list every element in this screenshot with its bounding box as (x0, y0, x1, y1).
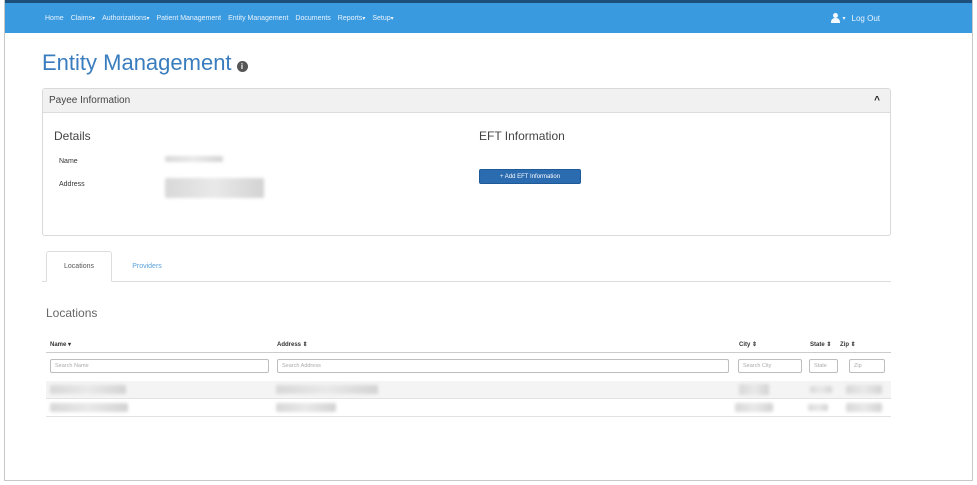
user-icon-body (830, 18, 840, 23)
search-address-input[interactable] (277, 359, 729, 373)
chevron-down-icon: ▾ (390, 15, 394, 22)
row-state-redacted (808, 404, 828, 411)
panel-title: Payee Information (49, 95, 131, 106)
column-header-city[interactable]: City ⇕ (739, 341, 757, 348)
nav-item-label: Documents (295, 14, 331, 22)
nav-item-home[interactable]: Home (45, 15, 64, 22)
search-zip-input[interactable] (849, 359, 885, 373)
name-label: Name (59, 158, 78, 165)
column-header-address[interactable]: Address ⇕ (277, 341, 308, 348)
chevron-up-icon[interactable]: ^ (874, 95, 880, 106)
column-header-state[interactable]: State ⇕ (810, 341, 831, 348)
info-icon[interactable]: i (236, 60, 248, 72)
page-title: Entity Management i (42, 50, 248, 76)
address-label: Address (59, 181, 85, 188)
chevron-down-icon: ▾ (362, 15, 366, 22)
nav-item-reports[interactable]: Reports▾ (338, 15, 366, 22)
table-row[interactable] (46, 399, 891, 416)
row-zip-redacted (846, 403, 882, 412)
tab-bar: Locations Providers (42, 251, 891, 282)
row-city-redacted (735, 403, 773, 412)
browser-frame: Home Claims▾ Authorizations▾ Patient Manage… (4, 0, 973, 481)
eft-title: EFT Information (479, 129, 565, 143)
nav-item-label: Reports (337, 14, 363, 22)
nav-item-label: Claims (70, 14, 93, 22)
nav-item-authorizations[interactable]: Authorizations▾ (102, 15, 149, 22)
navbar: Home Claims▾ Authorizations▾ Patient Manage… (5, 3, 972, 33)
nav-menu: Home Claims▾ Authorizations▾ Patient Manage… (45, 15, 401, 22)
column-header-zip[interactable]: Zip ⇕ (840, 341, 856, 348)
nav-item-patient-management[interactable]: Patient Management (156, 15, 221, 22)
row-address-redacted (276, 403, 336, 412)
logout-link[interactable]: Log Out (852, 14, 880, 23)
search-state-input[interactable] (809, 359, 838, 373)
details-title: Details (54, 129, 91, 143)
panel-heading[interactable]: Payee Information ^ (43, 89, 890, 113)
nav-item-entity-management[interactable]: Entity Management (228, 15, 288, 22)
nav-item-label: Entity Management (228, 14, 289, 22)
address-value-redacted (165, 178, 264, 198)
nav-item-setup[interactable]: Setup▾ (372, 15, 393, 22)
row-state-redacted (810, 386, 832, 393)
add-eft-button[interactable]: + Add EFT Information (479, 169, 581, 184)
row-name-redacted (50, 403, 128, 412)
nav-item-label: Patient Management (156, 14, 222, 22)
user-menu-caret[interactable]: ▾ (843, 15, 846, 22)
row-zip-redacted (846, 385, 882, 394)
user-icon[interactable] (830, 13, 840, 23)
table-row[interactable] (46, 381, 891, 398)
tab-providers[interactable]: Providers (120, 251, 174, 281)
row-address-redacted (276, 385, 378, 394)
payee-information-panel: Payee Information ^ Details Name Address… (42, 88, 891, 236)
tab-locations[interactable]: Locations (46, 251, 112, 282)
nav-item-documents[interactable]: Documents (295, 15, 330, 22)
user-menu[interactable]: ▾ Log Out (830, 3, 880, 33)
chevron-down-icon: ▾ (146, 15, 150, 22)
search-city-input[interactable] (738, 359, 802, 373)
nav-item-label: Setup (372, 14, 391, 22)
eft-section: EFT Information (479, 129, 565, 143)
row-name-redacted (50, 385, 126, 394)
nav-item-claims[interactable]: Claims▾ (71, 15, 95, 22)
row-divider (46, 416, 891, 417)
name-value-redacted (165, 156, 223, 162)
locations-heading: Locations (46, 306, 98, 320)
search-name-input[interactable] (50, 359, 269, 373)
header-divider (46, 352, 891, 353)
column-header-name[interactable]: Name ▾ (50, 341, 71, 348)
row-city-redacted (739, 384, 769, 395)
nav-item-label: Home (45, 14, 64, 22)
chevron-down-icon: ▾ (92, 15, 96, 22)
details-section: Details (54, 129, 91, 143)
nav-item-label: Authorizations (102, 14, 147, 22)
page-title-text: Entity Management (42, 50, 232, 75)
